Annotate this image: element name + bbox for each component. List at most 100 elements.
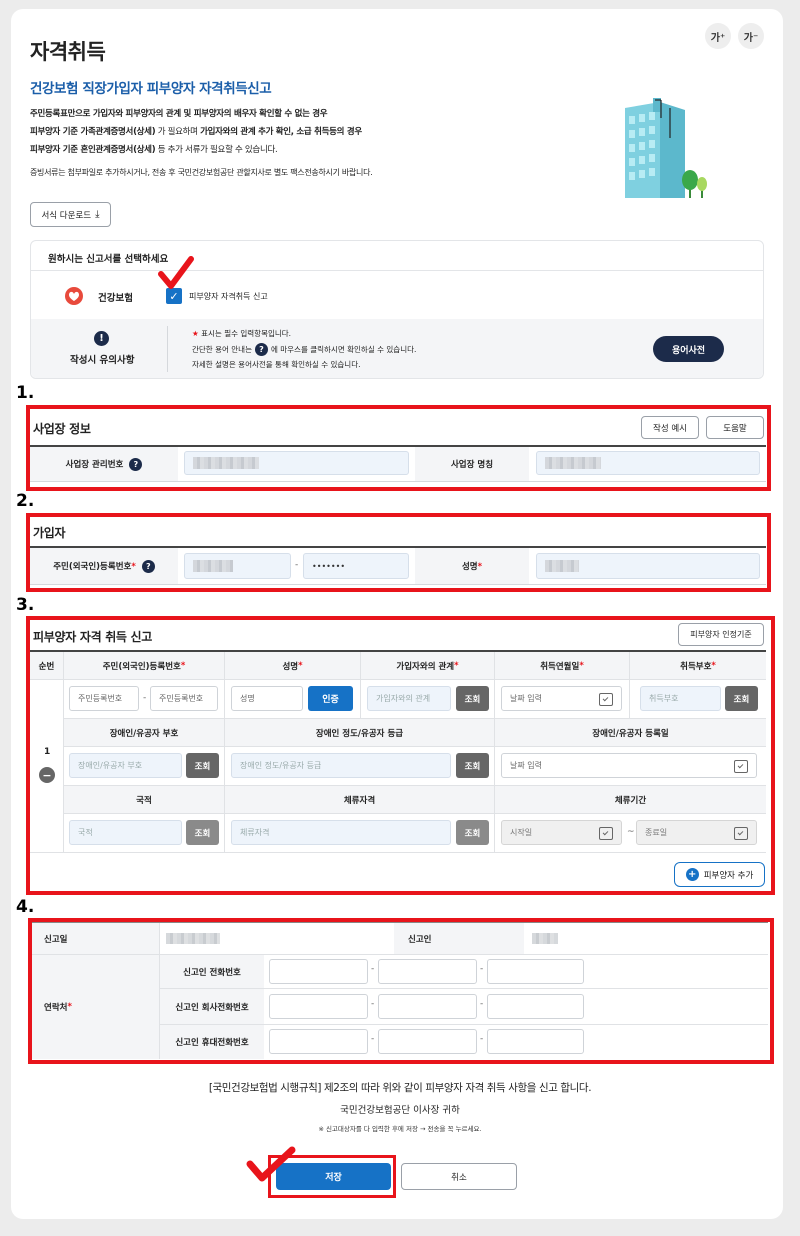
- dependent-name-input[interactable]: 성명: [231, 686, 303, 711]
- download-icon: ⤓: [95, 209, 100, 220]
- office-phone-part-1-input[interactable]: [269, 994, 368, 1019]
- mobile-part-3-input[interactable]: [487, 1029, 584, 1054]
- dependent-rrn-front-input[interactable]: 주민등록번호: [69, 686, 139, 711]
- office-phone-part-3-input[interactable]: [487, 994, 584, 1019]
- font-increase-button[interactable]: 가⁺: [705, 23, 731, 49]
- divider: [360, 652, 361, 718]
- checkmark-icon: ✓: [169, 289, 179, 303]
- redacted-value: [193, 457, 259, 469]
- dictionary-button[interactable]: 용어사전: [653, 336, 724, 362]
- desc-line-1: 주민등록표만으로 가입자와 피부양자의 관계 및 피부양자의 배우자 확인할 수…: [30, 109, 328, 119]
- phone-dash: -: [371, 1034, 375, 1044]
- download-label: 서식 다운로드: [41, 210, 92, 221]
- health-insurance-logo-icon: [65, 287, 83, 305]
- rrn-dash: -: [143, 693, 147, 703]
- selector-heading: 원하시는 신고서를 선택하세요: [48, 254, 169, 265]
- disability-grade-lookup-button[interactable]: 조회: [456, 753, 489, 778]
- col-header-name: 성명 *: [225, 652, 360, 679]
- notice-line-1: ★ 표시는 필수 입력항목입니다.: [192, 329, 292, 338]
- redacted-reporter: [532, 933, 558, 944]
- redacted-value: [193, 560, 233, 572]
- workplace-id-label-cell: 사업장 관리번호 ?: [30, 447, 178, 481]
- notice-line-2: 간단한 용어 안내는? 에 마우스를 클릭하시면 확인하실 수 있습니다.: [192, 343, 417, 356]
- notice-line-3: 자세한 설명은 용어사전을 통해 확인하실 수 있습니다.: [192, 360, 361, 369]
- dependent-rrn-back-input[interactable]: 주민등록번호: [150, 686, 218, 711]
- annotation-number-1: 1.: [16, 383, 35, 403]
- subscriber-rrn-label: 주민(외국인)등록번호*: [53, 562, 136, 572]
- help-icon[interactable]: ?: [129, 457, 143, 471]
- font-decrease-button[interactable]: 가⁻: [738, 23, 764, 49]
- workplace-name-input[interactable]: [536, 451, 760, 475]
- office-phone-part-2-input[interactable]: [378, 994, 477, 1019]
- subscriber-rrn-front-input[interactable]: [184, 553, 291, 579]
- disability-code-input[interactable]: 장애인/유공자 부호: [69, 753, 182, 778]
- help-icon[interactable]: ?: [141, 559, 155, 573]
- acq-date-input[interactable]: 날짜 입력: [501, 686, 622, 711]
- addressee: 국민건강보험공단 이사장 귀하: [340, 1105, 460, 1116]
- subscriber-rrn-back-input[interactable]: •••••••: [303, 553, 409, 579]
- add-dependent-button[interactable]: + 피부양자 추가: [674, 862, 765, 887]
- calendar-icon[interactable]: [734, 759, 748, 773]
- workplace-name-label-cell: 사업장 명칭: [415, 447, 529, 481]
- desc-line-3: 피부양자 기준 혼인관계증명서(상세) 등 추가 서류가 필요할 수 있습니다.: [30, 145, 278, 155]
- nationality-lookup-button[interactable]: 조회: [186, 820, 219, 845]
- service-name: 건강보험: [98, 293, 133, 304]
- verify-button[interactable]: 인증: [308, 686, 353, 711]
- disability-code-lookup-button[interactable]: 조회: [186, 753, 219, 778]
- notice-title: 작성시 유의사항: [70, 355, 135, 366]
- page-subtitle: 건강보험 직장가입자 피부양자 자격취득신고: [30, 81, 272, 97]
- phone-part-2-input[interactable]: [378, 959, 477, 984]
- plus-icon: +: [685, 868, 699, 881]
- subscriber-rrn-label-cell: 주민(외국인)등록번호* ?: [30, 548, 178, 584]
- cancel-button[interactable]: 취소: [401, 1163, 517, 1190]
- stay-status-lookup-button[interactable]: 조회: [456, 820, 489, 845]
- workplace-id-input[interactable]: [184, 451, 409, 475]
- acq-code-input[interactable]: 취득부호: [640, 686, 721, 711]
- col-header-acq-code: 취득부호 *: [630, 652, 766, 679]
- remove-row-icon[interactable]: −: [39, 767, 55, 783]
- dependent-criteria-button[interactable]: 피부양자 인정기준: [678, 623, 764, 646]
- stay-start-input[interactable]: 시작일: [501, 820, 622, 845]
- divider: [63, 813, 766, 814]
- period-tilde: ~: [627, 827, 635, 837]
- sub-header-stay-status: 체류자격: [225, 786, 494, 813]
- divider: [30, 679, 766, 680]
- dependent-section-title: 피부양자 자격 취득 신고: [33, 630, 153, 644]
- building-illustration: [625, 98, 707, 198]
- calendar-icon[interactable]: [734, 826, 748, 840]
- disability-grade-input[interactable]: 장애인 정도/유공자 등급: [231, 753, 451, 778]
- phone-label: 신고인 전화번호: [160, 955, 264, 988]
- phone-dash: -: [480, 1034, 484, 1044]
- subscriber-name-input[interactable]: [536, 553, 760, 579]
- relation-input[interactable]: 가입자와의 관계: [367, 686, 451, 711]
- phone-part-1-input[interactable]: [269, 959, 368, 984]
- mobile-part-1-input[interactable]: [269, 1029, 368, 1054]
- acq-code-lookup-button[interactable]: 조회: [725, 686, 758, 711]
- relation-lookup-button[interactable]: 조회: [456, 686, 489, 711]
- calendar-icon[interactable]: [599, 692, 613, 706]
- calendar-icon[interactable]: [599, 826, 613, 840]
- phone-dash: -: [371, 999, 375, 1009]
- stay-end-input[interactable]: 종료일: [636, 820, 757, 845]
- divider: [167, 326, 168, 372]
- divider: [63, 746, 766, 747]
- phone-part-3-input[interactable]: [487, 959, 584, 984]
- disability-date-input[interactable]: 날짜 입력: [501, 753, 757, 778]
- red-check-annotation-icon: [158, 256, 194, 289]
- workplace-id-label: 사업장 관리번호: [65, 460, 124, 470]
- col-header-relation: 가입자와의 관계 *: [361, 652, 494, 679]
- report-date-label: 신고일: [32, 923, 159, 954]
- annotation-number-3: 3.: [16, 595, 35, 615]
- stay-status-input[interactable]: 체류자격: [231, 820, 451, 845]
- divider: [629, 652, 630, 718]
- redacted-value: [545, 560, 579, 572]
- form-download-button[interactable]: 서식 다운로드 ⤓: [30, 202, 111, 227]
- subscriber-section-title: 가입자: [33, 526, 66, 540]
- col-header-no: 순번: [30, 652, 63, 679]
- mobile-part-2-input[interactable]: [378, 1029, 477, 1054]
- example-button[interactable]: 작성 예시: [641, 416, 699, 439]
- nationality-input[interactable]: 국적: [69, 820, 182, 845]
- workplace-name-label: 사업장 명칭: [450, 460, 494, 470]
- divider: [30, 481, 766, 482]
- help-button[interactable]: 도움말: [706, 416, 764, 439]
